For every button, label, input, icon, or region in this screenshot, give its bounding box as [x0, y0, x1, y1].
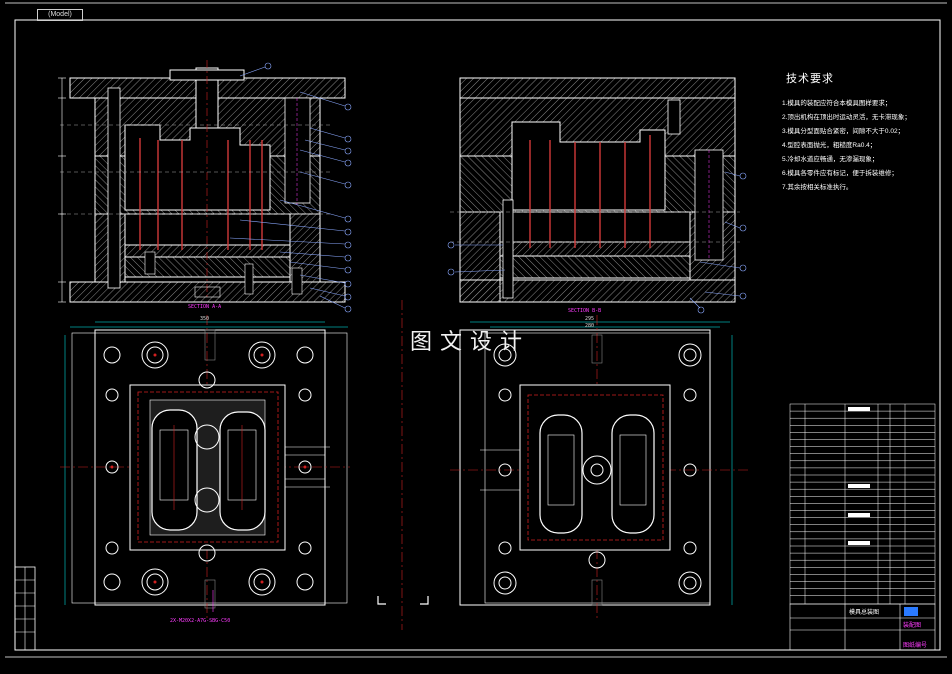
- plan-dim-inner-right: 280: [585, 323, 595, 329]
- section-b-b-view: [447, 77, 747, 314]
- tech-requirement-7: 7.其余按相关标准执行。: [782, 184, 853, 191]
- plan-dim-width-right: 295: [585, 316, 595, 322]
- plan-note: 2X-M20X2-A7G-SBG-C50: [170, 618, 231, 624]
- bill-of-materials: [789, 403, 936, 605]
- tech-requirement-6: 6.模具各零件应有标记，便于拆装维修；: [782, 170, 898, 177]
- section-a-label: SECTION A-A: [188, 304, 222, 310]
- plan-dim-width: 350: [200, 316, 210, 322]
- title-block-logo: [904, 607, 918, 616]
- watermark: 图文设计: [410, 330, 531, 355]
- model-tab-label[interactable]: (Model): [37, 9, 83, 21]
- tech-requirement-5: 5.冷却水道应畅通，无渗漏现象；: [782, 156, 879, 163]
- title-block-part-name: 模具总装图: [849, 610, 880, 616]
- section-corner-marks: [377, 596, 429, 605]
- tech-requirement-4: 4.型腔表面抛光，粗糙度Ra0.4；: [782, 142, 877, 149]
- tech-requirement-3: 3.模具分型面贴合紧密，间隙不大于0.02；: [782, 128, 905, 135]
- bom-highlights: [848, 407, 870, 545]
- tech-requirement-2: 2.顶出机构在顶出时运动灵活，无卡滞现象；: [782, 114, 911, 121]
- tech-requirement-1: 1.模具的装配应符合本模具图样要求；: [782, 100, 892, 107]
- title-block-drawing-no: 图纸编号: [903, 643, 928, 649]
- technical-requirements-title: 技术要求: [786, 73, 834, 85]
- section-a-a-view: [58, 60, 352, 313]
- plan-view-left: [60, 315, 350, 620]
- title-block-sheet: 装配图: [903, 623, 922, 629]
- plan-view-right: [450, 315, 750, 620]
- section-b-label: SECTION B-B: [568, 308, 602, 314]
